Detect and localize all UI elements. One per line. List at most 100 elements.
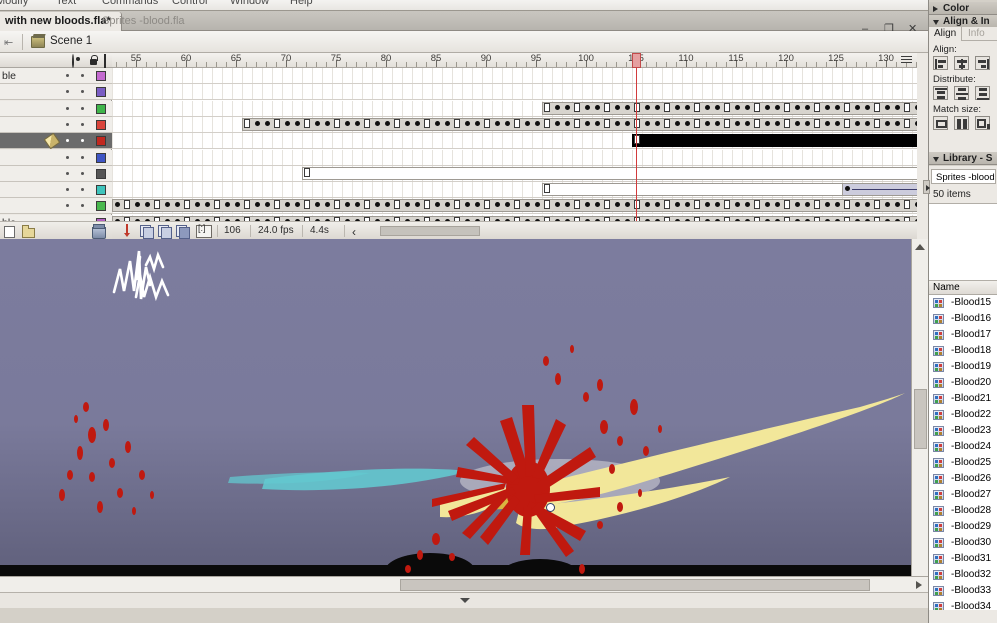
keyframe[interactable] [765,104,770,110]
blank-keyframe[interactable] [904,200,910,210]
frame-row[interactable] [112,84,917,101]
chevron-down-icon[interactable] [933,20,939,25]
match-both-icon[interactable] [975,116,990,130]
keyframe[interactable] [675,120,680,126]
scroll-right-icon[interactable] [916,581,922,589]
keyframe[interactable] [775,104,780,110]
distribute-center-v-icon[interactable] [954,86,969,100]
stage-area[interactable] [0,239,928,593]
layer-lock-toggle[interactable] [81,122,84,126]
frame-row[interactable] [112,133,917,150]
frame-row[interactable] [112,68,917,84]
blank-keyframe[interactable] [694,118,700,128]
library-item[interactable]: -Blood22 [929,407,997,423]
layer-lock-toggle[interactable] [81,139,84,143]
distribute-bottom-icon[interactable] [975,86,990,100]
keyframe[interactable] [915,120,917,126]
layer-visibility-toggle[interactable] [66,171,69,175]
blank-keyframe[interactable] [784,102,790,112]
menu-item-commands[interactable]: Commands [102,0,158,7]
layer-row[interactable] [0,149,112,166]
layer-outline-color[interactable] [96,201,106,212]
layer-lock-toggle[interactable] [81,74,84,77]
keyframe[interactable] [325,120,330,126]
layer-outline-color[interactable] [96,87,106,98]
layer-lock-toggle[interactable] [81,188,84,192]
keyframe[interactable] [865,104,870,110]
new-folder-button[interactable] [22,225,35,238]
keyframe[interactable] [645,104,650,110]
timeline-hscrollbar[interactable] [380,226,480,236]
library-item[interactable]: -Blood32 [929,567,997,583]
frame-cells[interactable] [112,84,917,100]
playhead-marker[interactable] [632,53,641,68]
keyframe[interactable] [265,120,270,126]
keyframe[interactable] [895,104,900,110]
keyframe[interactable] [315,120,320,126]
layer-lock-toggle[interactable] [81,90,84,94]
library-item[interactable]: -Blood15 [929,295,997,311]
stage-canvas[interactable] [0,239,911,593]
menu-item-control[interactable]: Control [172,0,207,7]
keyframe[interactable] [645,120,650,126]
keyframe[interactable] [255,120,260,126]
layer-row[interactable] [0,116,112,133]
blank-keyframe[interactable] [484,118,490,128]
timeline-options-menu-icon[interactable] [901,55,913,65]
blank-keyframe[interactable] [874,102,880,112]
blank-keyframe[interactable] [304,118,310,128]
keyframe[interactable] [825,120,830,126]
keyframe[interactable] [915,104,917,110]
layer-outline-color[interactable] [96,71,106,81]
layer-outline-color[interactable] [96,185,106,196]
keyframe[interactable] [555,104,560,110]
blank-keyframe[interactable] [784,200,790,210]
blank-keyframe[interactable] [754,200,760,210]
blank-keyframe[interactable] [574,118,580,128]
keyframe[interactable] [525,120,530,126]
blank-keyframe[interactable] [394,118,400,128]
distribute-top-icon[interactable] [933,86,948,100]
menu-item-text[interactable]: Text [56,0,76,7]
layer-lock-toggle[interactable] [81,106,84,110]
library-column-header-name[interactable]: Name [929,281,997,295]
blank-keyframe[interactable] [754,118,760,128]
keyframe[interactable] [805,104,810,110]
stage-vscrollbar[interactable] [911,239,928,593]
keyframe[interactable] [855,104,860,110]
align-left-icon[interactable] [933,56,948,70]
align-center-h-icon[interactable] [954,56,969,70]
align-right-icon[interactable] [975,56,990,70]
layer-outline-color[interactable] [96,136,106,147]
keyframe[interactable] [585,104,590,110]
blank-keyframe[interactable] [184,200,190,210]
scene-label[interactable]: Scene 1 [50,35,92,47]
blank-keyframe[interactable] [334,118,340,128]
keyframe[interactable] [595,120,600,126]
blank-keyframe[interactable] [274,118,280,128]
keyframe[interactable] [775,120,780,126]
frame-row[interactable] [112,198,917,215]
frame-span[interactable] [632,134,917,148]
keyframe[interactable] [715,104,720,110]
blank-keyframe[interactable] [514,200,520,210]
layer-row[interactable] [0,165,112,182]
layer-visibility-toggle[interactable] [66,122,69,126]
blank-keyframe[interactable] [364,200,370,210]
keyframe[interactable] [765,120,770,126]
dock-collapse-handle[interactable] [923,180,930,194]
frame-row[interactable] [112,165,917,182]
collapse-triangle-icon[interactable] [460,598,470,603]
blank-keyframe[interactable] [874,118,880,128]
blank-keyframe[interactable] [694,200,700,210]
blank-keyframe[interactable] [304,200,310,210]
layer-visibility-toggle[interactable] [66,90,69,94]
keyframe[interactable] [655,120,660,126]
blank-keyframe[interactable] [724,118,730,128]
blank-keyframe[interactable] [664,102,670,112]
delete-layer-button[interactable] [92,224,106,239]
menu-item-window[interactable]: Window [230,0,269,7]
layer-lock-toggle[interactable] [81,155,84,159]
keyframe[interactable] [615,120,620,126]
library-item[interactable]: -Blood21 [929,391,997,407]
